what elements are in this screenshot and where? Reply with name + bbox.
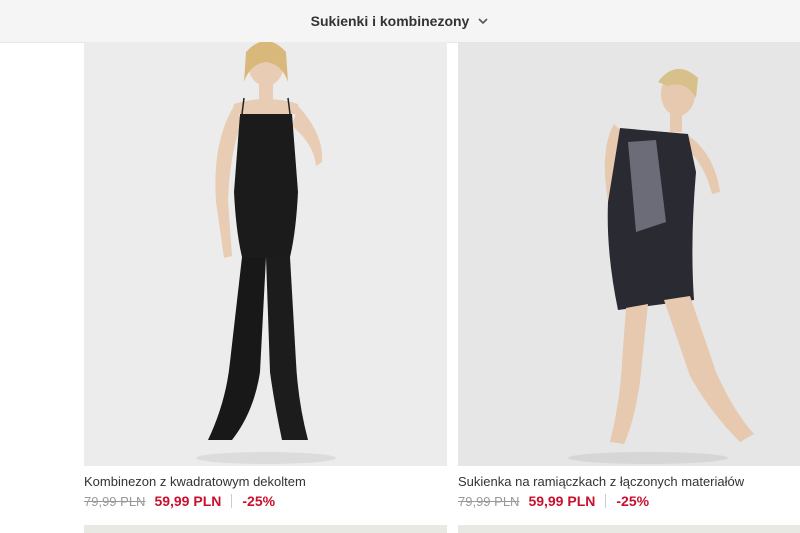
product-name[interactable]: Sukienka na ramiączkach z łączonych mate… [458,474,800,489]
price-divider [605,494,607,508]
product-image[interactable] [458,42,800,466]
old-price: 79,99 PLN [84,493,146,509]
next-product-image[interactable] [84,525,447,533]
sale-price: 59,99 PLN [528,493,596,509]
chevron-down-icon [478,18,488,25]
product-prices: 79,99 PLN 59,99 PLN -25% [84,493,447,509]
category-label: Sukienki i kombinezony [310,13,470,29]
product-card[interactable]: Kombinezon z kwadratowym dekoltem 79,99 … [84,42,447,509]
product-name[interactable]: Kombinezon z kwadratowym dekoltem [84,474,447,489]
top-bar: Sukienki i kombinezony [0,0,800,43]
product-prices: 79,99 PLN 59,99 PLN -25% [458,493,800,509]
product-image[interactable] [84,42,447,466]
product-card[interactable]: Sukienka na ramiączkach z łączonych mate… [458,42,800,509]
old-price: 79,99 PLN [458,493,520,509]
next-product-image[interactable] [458,525,800,533]
discount-badge: -25% [616,493,650,509]
discount-badge: -25% [242,493,276,509]
sale-price: 59,99 PLN [154,493,222,509]
category-dropdown[interactable]: Sukienki i kombinezony [311,13,490,29]
price-divider [231,494,233,508]
